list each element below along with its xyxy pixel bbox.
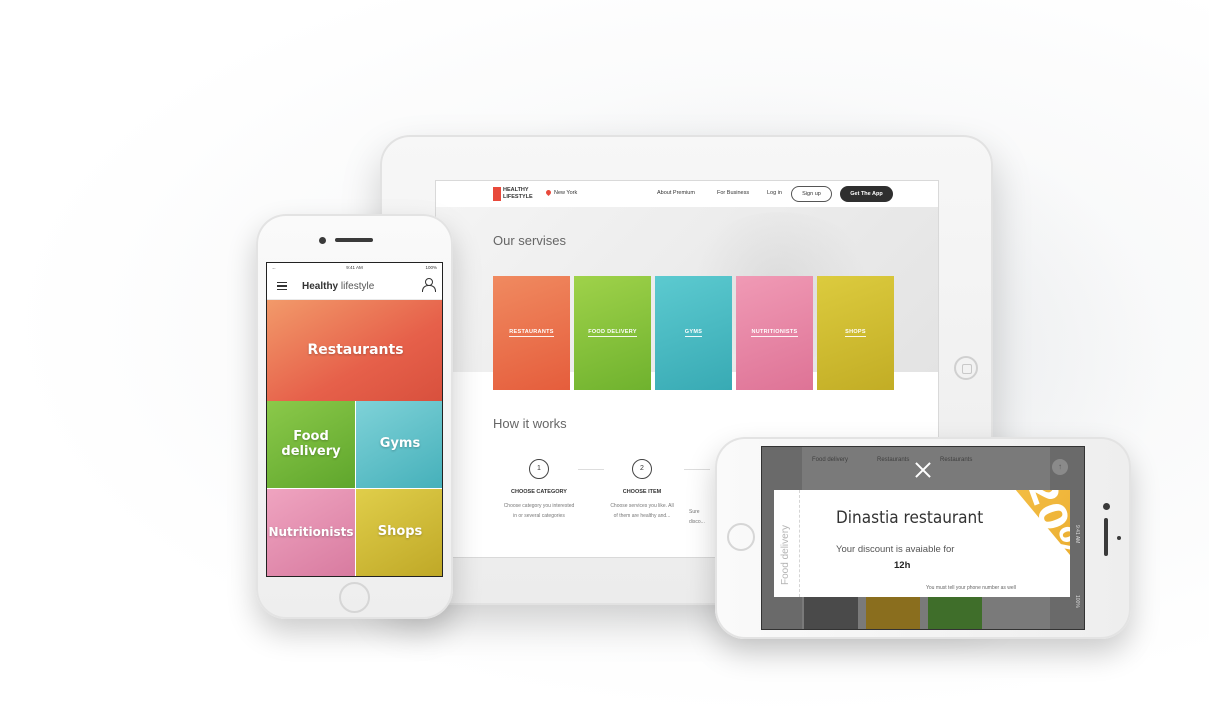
nav-about-premium[interactable]: About Premium: [657, 190, 695, 196]
coupon-category-label: Food delivery: [780, 524, 791, 585]
phone-camera: [319, 237, 326, 244]
phone-landscape-speaker: [1104, 518, 1108, 556]
phone-home-button[interactable]: [339, 582, 370, 613]
bg-tab: Restaurants: [877, 457, 910, 463]
bg-card: [804, 597, 858, 629]
services-tiles: RESTAURANTS FOOD DELIVERY GYMS NUTRITION…: [493, 276, 894, 390]
bg-tab: Food delivery: [812, 457, 849, 463]
logo-line-2: LIFESTYLE: [503, 194, 533, 200]
battery-label: 100%: [1074, 595, 1080, 608]
step-1: 1 CHOOSE CATEGORY Choose category you in…: [484, 459, 594, 521]
step-2: 2 CHOOSE ITEM Choose services you like. …: [587, 459, 697, 521]
bg-card: [866, 597, 920, 629]
coupon-note: You must tell your phone number as well: [926, 585, 1016, 591]
service-label: RESTAURANTS: [509, 329, 554, 337]
phone-landscape-camera: [1103, 503, 1110, 510]
close-icon[interactable]: [914, 461, 932, 479]
category-label: Nutritionists: [268, 524, 354, 539]
status-time: 9:41 AM: [1074, 525, 1080, 544]
service-label: FOOD DELIVERY: [588, 329, 637, 337]
user-profile-icon[interactable]: [422, 278, 436, 292]
category-label: Shops: [377, 524, 423, 540]
coupon-hours: 12h: [894, 560, 911, 571]
category-shops[interactable]: Shops: [356, 489, 442, 576]
category-restaurants[interactable]: Restaurants: [267, 300, 442, 401]
step-desc-line: Choose category you interested: [503, 503, 575, 509]
top-nav: HEALTHY LIFESTYLE New York About Premium…: [436, 181, 938, 207]
step-description: Choose category you interested in or sev…: [484, 501, 594, 521]
step-desc-line: of them are healthy and...: [613, 513, 671, 519]
status-time: 9:41 AM: [346, 265, 363, 270]
category-gyms[interactable]: Gyms: [356, 401, 442, 488]
category-label: Restaurants: [307, 342, 404, 359]
bg-card: [928, 597, 982, 629]
coupon-subtitle: Your discount is avaiable for: [836, 544, 955, 555]
nav-login[interactable]: Log in: [767, 190, 782, 196]
status-bar: ..... 9:41 AM 100%: [267, 263, 442, 272]
logo-text[interactable]: HEALTHY LIFESTYLE: [503, 187, 543, 201]
discount-percent: 20%: [1018, 490, 1070, 573]
service-tile-gyms[interactable]: GYMS: [655, 276, 732, 390]
app-title-light: lifestyle: [340, 281, 375, 292]
service-tile-restaurants[interactable]: RESTAURANTS: [493, 276, 570, 390]
logo-line-1: HEALTHY: [503, 187, 529, 193]
scroll-up-icon[interactable]: ↑: [1052, 459, 1068, 475]
service-tile-shops[interactable]: SHOPS: [817, 276, 894, 390]
phone-landscape-sensor: [1117, 536, 1121, 540]
phone-screen: ..... 9:41 AM 100% Healthy lifestyle Res…: [266, 262, 443, 577]
service-label: GYMS: [684, 329, 703, 337]
signal-icon: .....: [272, 265, 276, 270]
tablet-home-button[interactable]: [954, 356, 978, 380]
category-label: Gyms: [379, 436, 421, 452]
coupon-side-strip: Food delivery: [774, 490, 800, 597]
phone-landscape-home-button[interactable]: [727, 523, 755, 551]
landscape-status-bar: 9:41 AM 100%: [1070, 447, 1084, 629]
location-label: New York: [554, 190, 578, 196]
battery-label: 100%: [425, 265, 437, 270]
signup-button[interactable]: Sign up: [791, 186, 832, 202]
bg-tab: Restaurants: [940, 457, 973, 463]
how-it-works-heading: How it works: [493, 416, 567, 431]
service-label: NUTRITIONISTS: [751, 329, 798, 337]
services-heading: Our servises: [493, 233, 566, 248]
step-number: 2: [632, 459, 652, 479]
app-header: Healthy lifestyle: [267, 272, 442, 300]
category-food-delivery[interactable]: Food delivery: [267, 401, 355, 488]
coupon-title: Dinastia restaurant: [836, 508, 984, 528]
step-number: 1: [529, 459, 549, 479]
location-selector[interactable]: New York: [546, 190, 577, 196]
discount-coupon-modal: Food delivery 20% Dinastia restaurant Yo…: [774, 490, 1070, 597]
step-desc-line: in or several categories: [513, 513, 565, 519]
nav-for-business[interactable]: For Business: [717, 190, 749, 196]
app-title: Healthy lifestyle: [302, 281, 374, 292]
category-nutritionists[interactable]: Nutritionists: [267, 489, 355, 576]
get-app-button[interactable]: Get The App: [840, 186, 893, 202]
app-title-bold: Healthy: [302, 281, 339, 292]
logo-icon[interactable]: [493, 187, 501, 201]
service-tile-nutritionists[interactable]: NUTRITIONISTS: [736, 276, 813, 390]
service-tile-food-delivery[interactable]: FOOD DELIVERY: [574, 276, 651, 390]
step-description: Choose services you like. All of them ar…: [587, 501, 697, 521]
step-title: CHOOSE ITEM: [622, 489, 662, 495]
category-label: Food delivery: [281, 428, 341, 459]
phone-landscape-screen: Food delivery Restaurants Restaurants ↑ …: [761, 446, 1085, 630]
service-label: SHOPS: [845, 329, 866, 337]
phone-speaker: [335, 238, 373, 242]
step-desc-line: Choose services you like. All: [610, 503, 674, 509]
hamburger-menu-icon[interactable]: [277, 282, 287, 290]
location-pin-icon: [546, 190, 551, 196]
step-title: CHOOSE CATEGORY: [511, 489, 567, 495]
